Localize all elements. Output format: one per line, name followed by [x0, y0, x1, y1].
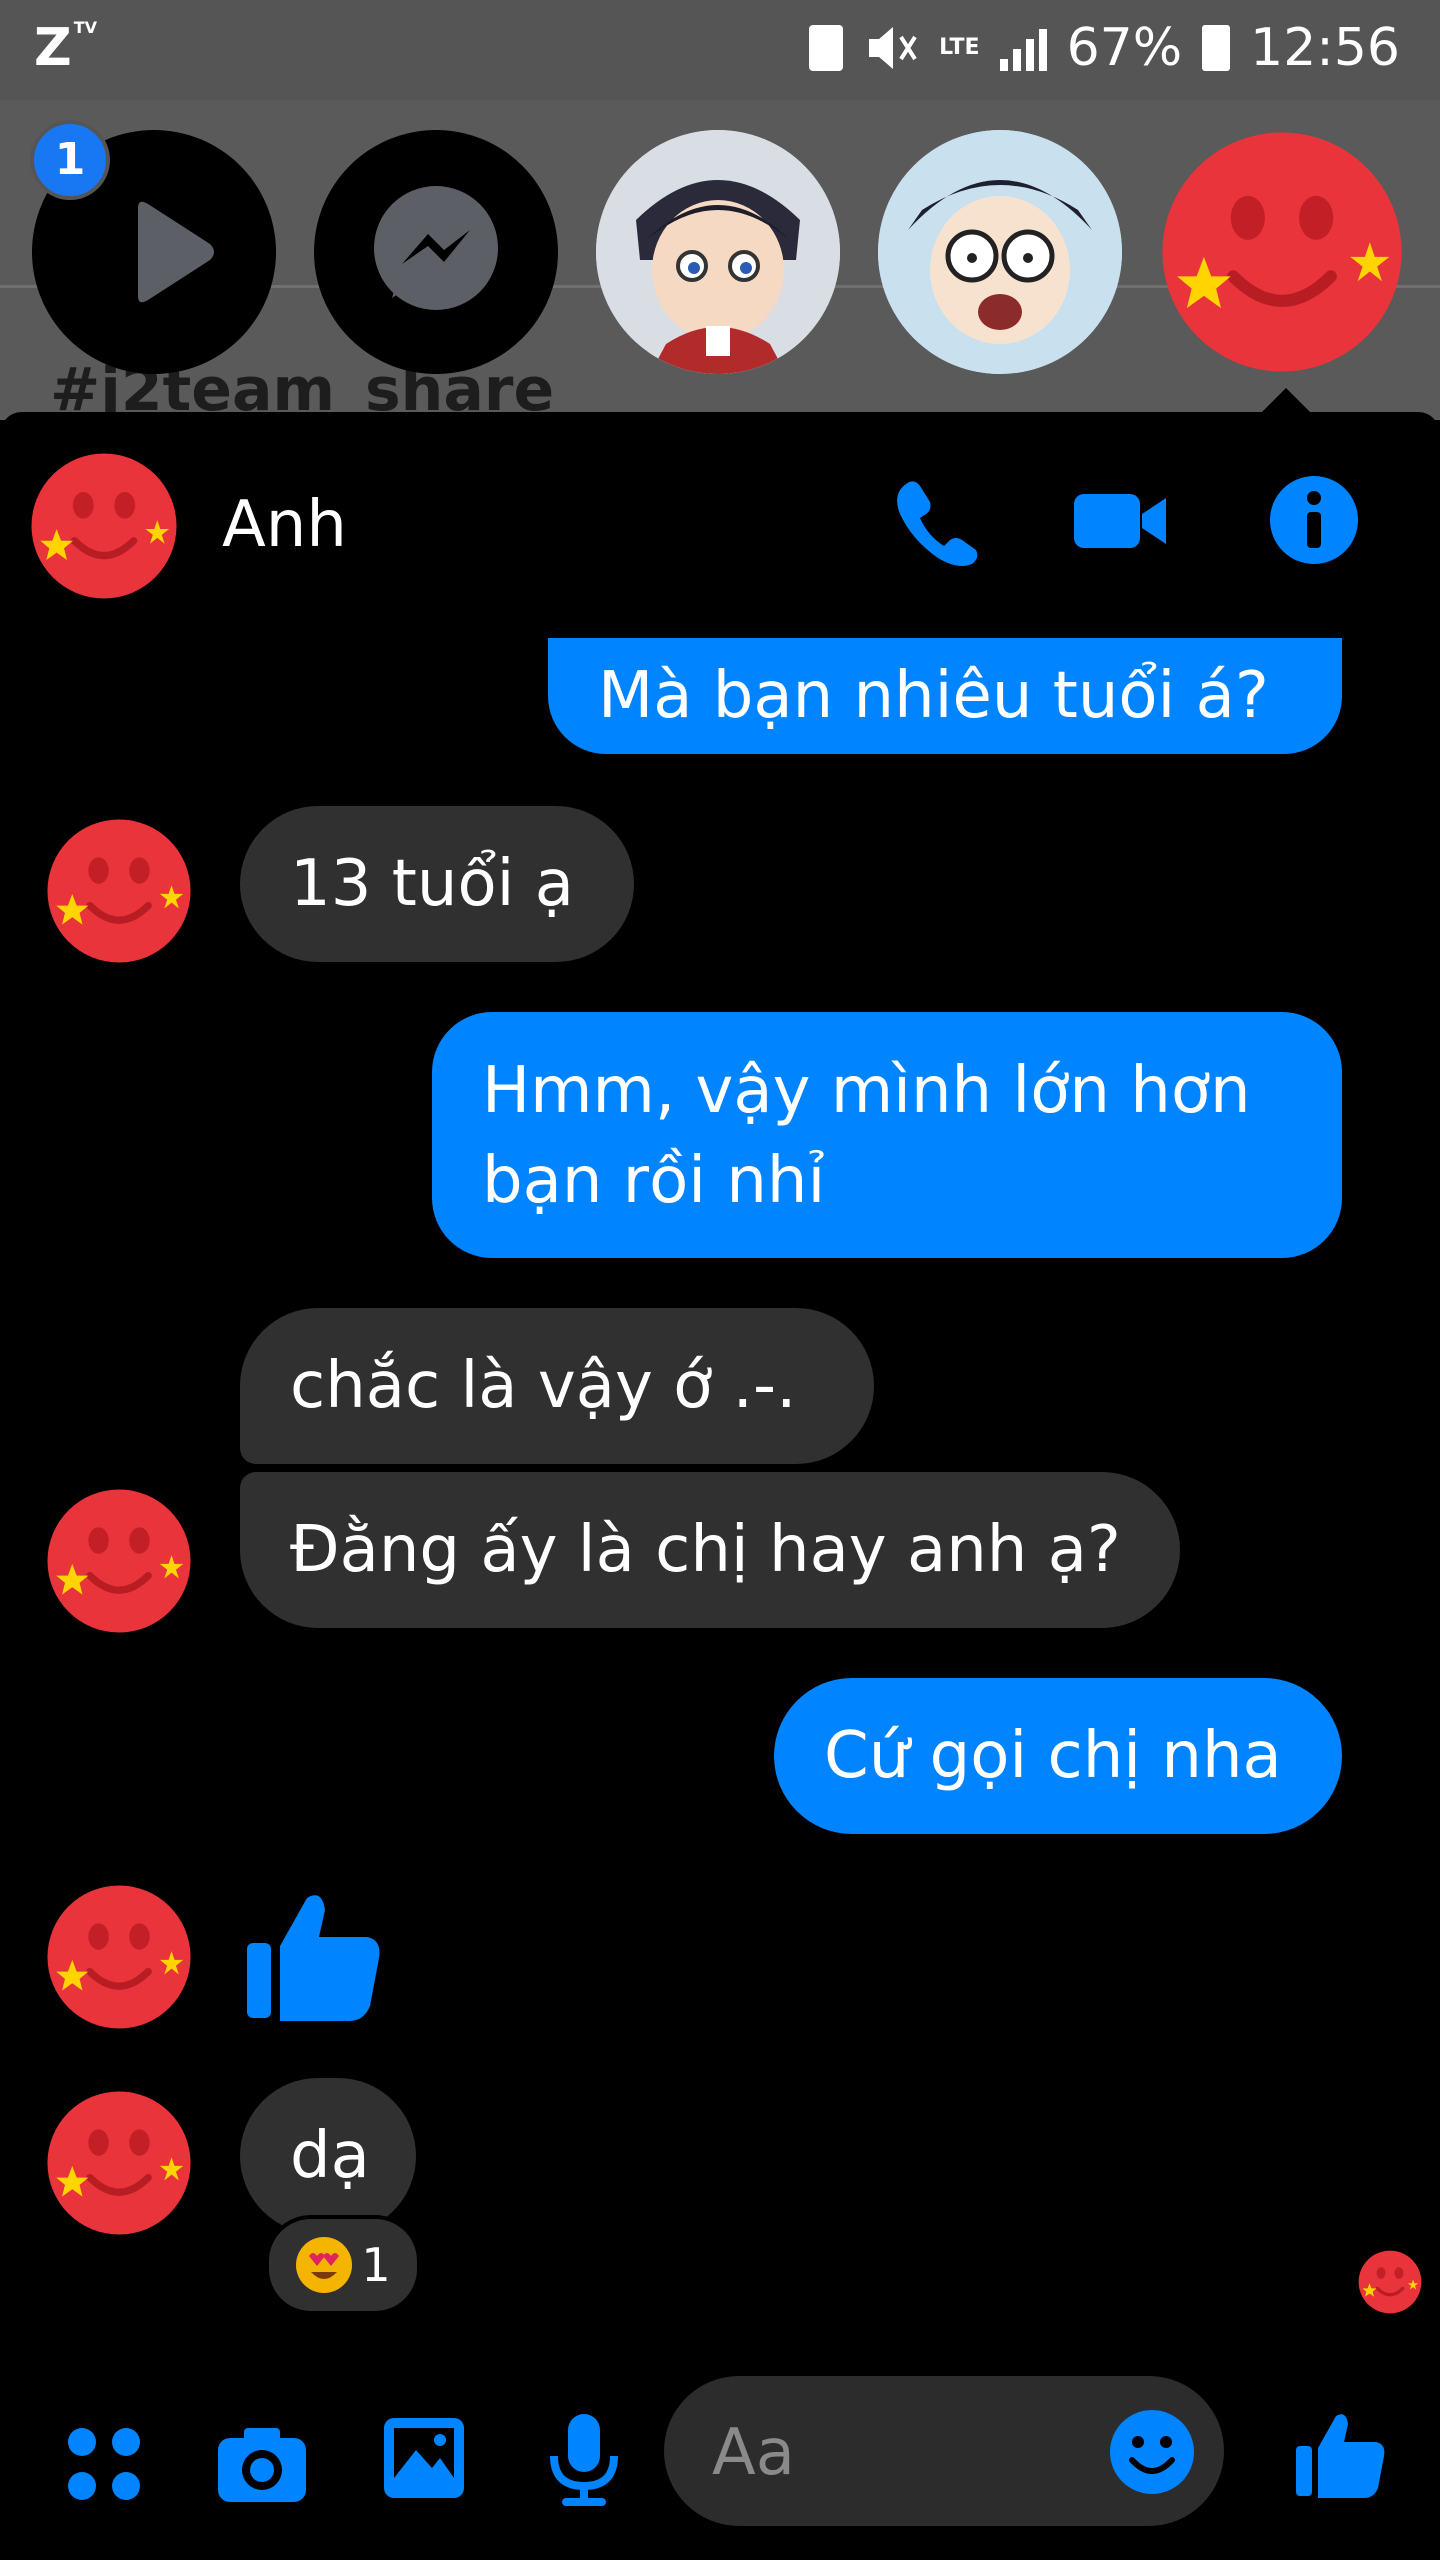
info-icon[interactable]	[1264, 470, 1364, 570]
battery-saver-icon	[809, 25, 844, 71]
phone-icon[interactable]	[884, 470, 984, 570]
message-bubble-me[interactable]: Cứ gọi chị nha	[774, 1678, 1342, 1834]
status-bar: Z TV LTE 67% 12:56	[0, 0, 1440, 100]
message-bubble-them[interactable]: dạ	[240, 2078, 416, 2234]
battery-icon	[1202, 25, 1231, 71]
mute-icon	[869, 27, 917, 69]
video-icon[interactable]	[1070, 470, 1170, 570]
network-type: LTE	[939, 35, 980, 60]
thumbs-up-send-icon[interactable]	[1290, 2404, 1390, 2504]
message-bubble-me[interactable]: Hmm, vậy mình lớn hơn bạn rồi nhỉ	[432, 1012, 1342, 1258]
message-bubble-them[interactable]: Đằng ấy là chị hay anh ạ?	[240, 1472, 1180, 1628]
chat-head-messenger[interactable]	[314, 130, 558, 374]
contact-name[interactable]: Anh	[222, 488, 347, 562]
gallery-icon[interactable]	[378, 2412, 470, 2504]
status-icons: LTE 67% 12:56	[809, 18, 1400, 78]
anime-avatar-icon	[878, 130, 1122, 374]
panel-pointer	[1260, 388, 1312, 414]
notification-badge: 1	[30, 120, 110, 200]
thumbs-up-icon[interactable]	[238, 1880, 388, 2030]
emoji-icon[interactable]	[1108, 2408, 1196, 2496]
apps-icon[interactable]	[60, 2420, 148, 2508]
signal-icon	[999, 25, 1047, 71]
anime-avatar-icon	[596, 130, 840, 374]
battery-percent: 67%	[1066, 18, 1183, 78]
contact-avatar-small	[46, 1488, 192, 1634]
contact-avatar-small	[46, 818, 192, 964]
smiley-star-avatar	[1160, 130, 1404, 374]
message-bubble-me[interactable]: Mà bạn nhiêu tuổi á?	[548, 638, 1342, 754]
message-input[interactable]: Aa	[664, 2376, 1224, 2526]
chat-head-avatar-1[interactable]	[596, 130, 840, 374]
contact-avatar[interactable]	[30, 452, 178, 600]
message-reaction[interactable]: 1	[265, 2215, 421, 2315]
reaction-count: 1	[361, 2238, 391, 2292]
seen-avatar	[1358, 2250, 1422, 2314]
camera-icon[interactable]	[214, 2416, 310, 2512]
message-bubble-them[interactable]: 13 tuổi ạ	[240, 806, 634, 962]
message-bubble-them[interactable]: chắc là vậy ớ .-.	[240, 1308, 874, 1464]
messenger-icon	[374, 186, 498, 310]
contact-avatar-small	[46, 1884, 192, 2030]
input-placeholder: Aa	[712, 2416, 795, 2490]
contact-avatar-small	[46, 2090, 192, 2236]
heart-eyes-emoji-icon	[296, 2237, 353, 2293]
carrier-logo: Z TV	[34, 18, 98, 78]
clock: 12:56	[1250, 18, 1400, 78]
mic-icon[interactable]	[540, 2410, 628, 2510]
chat-head-avatar-2[interactable]	[878, 130, 1122, 374]
chat-head-active[interactable]	[1160, 130, 1404, 374]
